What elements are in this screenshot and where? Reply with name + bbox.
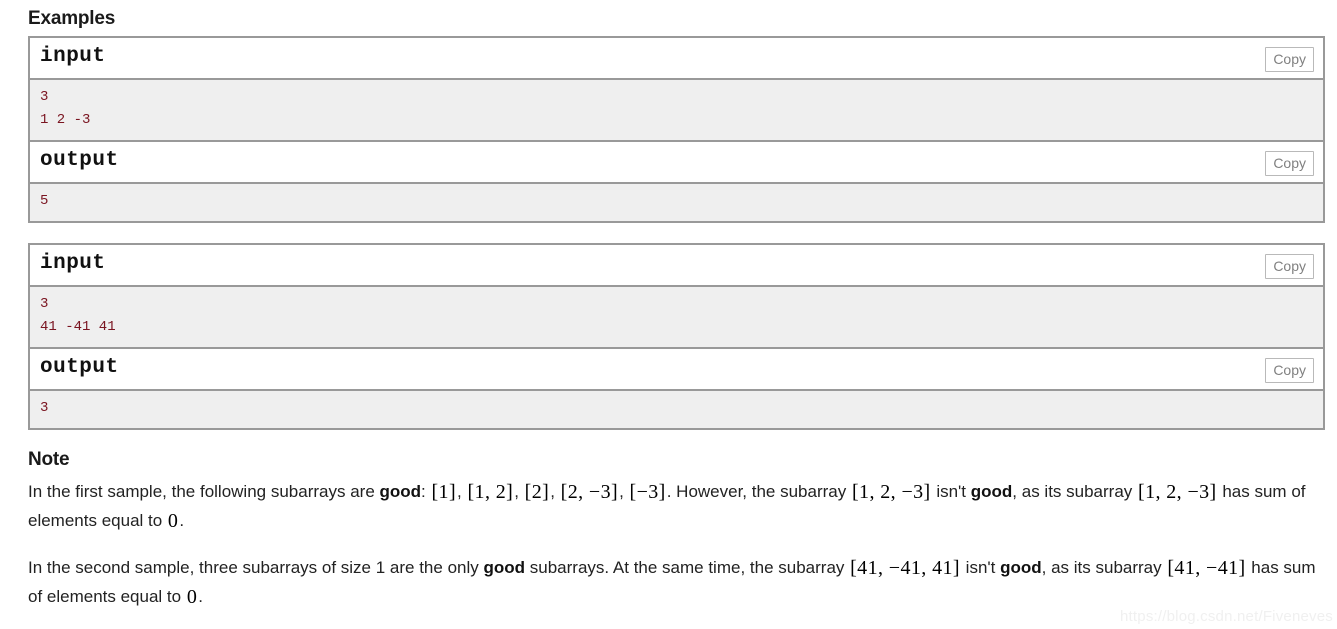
note-text: subarrays. At the same time, the subarra… [525,558,850,577]
input-data: 3 41 -41 41 [30,287,1323,349]
output-label: output [40,356,119,379]
note-text: . However, the subarray [666,482,851,501]
copy-button[interactable]: Copy [1265,358,1314,383]
output-data: 3 [30,391,1323,428]
input-label: input [40,252,106,275]
note-text: isn't [931,482,971,501]
note-text: isn't [960,558,1001,577]
note-text: . [179,511,185,530]
note-text: , [550,482,560,501]
csdn-watermark: https://blog.csdn.net/Fiveneves [1120,608,1333,625]
input-data: 3 1 2 -3 [30,80,1323,142]
note-text: : [421,482,431,501]
math-expression: [1, 2, −3] [851,481,931,503]
math-expression: [41, −41, 41] [850,557,960,579]
math-expression: [1, 2, −3] [1138,481,1217,503]
copy-button[interactable]: Copy [1265,47,1314,72]
math-expression: [1] [431,481,457,503]
math-expression: [2] [524,481,550,503]
note-text: , [619,482,629,501]
math-expression: [1, 2] [467,481,514,503]
note-text: , as its subarray [1012,482,1138,501]
note-section-title: Note [28,449,70,470]
output-data: 5 [30,184,1323,221]
note-paragraph: In the first sample, the following subar… [28,477,1325,535]
note-emphasis: good [379,482,422,501]
sample-test: input Copy 3 41 -41 41 output Copy 3 [28,243,1325,430]
note-text: . [198,587,203,606]
output-label: output [40,149,119,172]
math-expression: [41, −41] [1167,557,1246,579]
note-paragraph: In the second sample, three subarrays of… [28,553,1325,611]
input-label: input [40,45,106,68]
note-emphasis: good [483,558,526,577]
examples-section-title: Examples [28,8,116,29]
note-body: In the first sample, the following subar… [28,477,1325,611]
note-text: , [514,482,524,501]
output-header: output Copy [30,142,1323,184]
note-text: , as its subarray [1041,558,1167,577]
note-text: In the first sample, the following subar… [28,482,380,501]
sample-test: input Copy 3 1 2 -3 output Copy 5 [28,36,1325,223]
input-header: input Copy [30,38,1323,80]
copy-button[interactable]: Copy [1265,254,1314,279]
note-emphasis: good [970,482,1013,501]
input-header: input Copy [30,245,1323,287]
note-emphasis: good [1000,558,1042,577]
sample-tests-container: input Copy 3 1 2 -3 output Copy 5 input Copy 3 4… [28,36,1325,430]
math-expression: 0 [186,586,198,608]
copy-button[interactable]: Copy [1265,151,1314,176]
note-text: In the second sample, three subarrays of… [28,558,484,577]
output-header: output Copy [30,349,1323,391]
math-expression: [2, −3] [560,481,619,503]
math-expression: [−3] [629,481,666,503]
math-expression: 0 [167,510,179,532]
